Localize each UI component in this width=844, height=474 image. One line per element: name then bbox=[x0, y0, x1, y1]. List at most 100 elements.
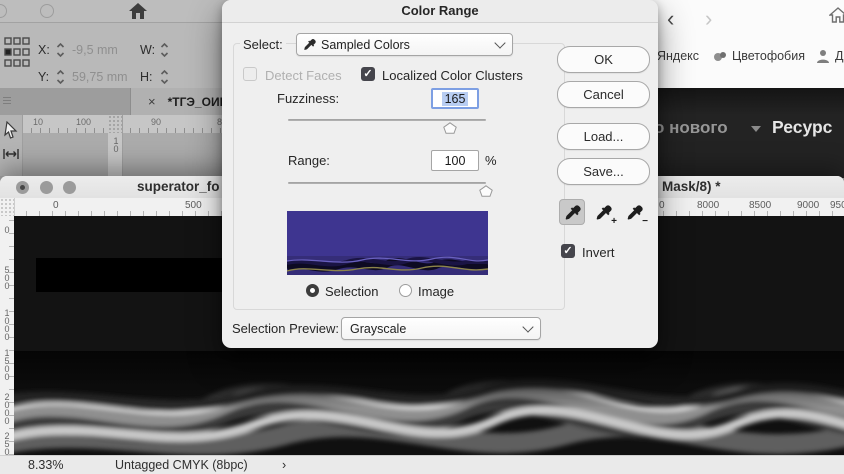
fuzziness-slider-thumb[interactable] bbox=[443, 122, 457, 134]
localized-clusters-label: Localized Color Clusters bbox=[382, 68, 523, 83]
dialog-title-bar[interactable]: Color Range bbox=[222, 0, 658, 23]
ruler-tick-label: 1500 bbox=[2, 348, 12, 380]
bookmark-favicon-icon bbox=[713, 50, 727, 62]
y-label: Y: bbox=[38, 70, 50, 84]
plus-icon: + bbox=[611, 216, 617, 227]
selection-preview-value: Grayscale bbox=[350, 321, 407, 336]
zoom-window-icon[interactable] bbox=[63, 181, 76, 194]
detect-faces-checkbox[interactable] bbox=[243, 67, 257, 81]
window-title-left: superator_fo bbox=[137, 179, 220, 194]
save-button[interactable]: Save... bbox=[557, 158, 650, 185]
forward-icon[interactable]: › bbox=[705, 8, 712, 30]
load-button[interactable]: Load... bbox=[557, 123, 650, 150]
home-icon[interactable] bbox=[128, 2, 148, 20]
window-control-icon[interactable] bbox=[0, 4, 7, 18]
eyedropper-subtract-button[interactable]: − bbox=[621, 199, 648, 227]
ok-button[interactable]: OK bbox=[557, 46, 650, 73]
nav-resources[interactable]: Ресурс bbox=[772, 117, 832, 138]
range-input[interactable]: 100 bbox=[431, 150, 479, 171]
h-stepper[interactable] bbox=[160, 69, 169, 85]
ruler-tick-label: 90 bbox=[151, 117, 162, 127]
percent-label: % bbox=[485, 153, 497, 168]
ruler-tick-label: 0 bbox=[53, 200, 59, 211]
close-tab-icon[interactable]: × bbox=[148, 94, 156, 109]
bookmark-tsvetofobia[interactable]: Цветофобия bbox=[732, 49, 805, 63]
ruler-tick-label: 2000 bbox=[2, 392, 12, 424]
back-icon[interactable]: ‹ bbox=[667, 8, 674, 30]
w-stepper[interactable] bbox=[160, 42, 169, 58]
chevron-down-icon bbox=[751, 126, 761, 132]
selection-preview-dropdown[interactable]: Grayscale bbox=[341, 317, 541, 340]
y-value-field[interactable]: 59,75 mm bbox=[72, 70, 128, 84]
minimize-window-icon[interactable] bbox=[40, 181, 53, 194]
ruler-tick-label: 8500 bbox=[749, 200, 772, 211]
ruler-tick-label: 500 bbox=[185, 200, 202, 211]
selection-radio-label: Selection bbox=[325, 284, 379, 299]
eyedropper-icon bbox=[303, 38, 316, 51]
ruler-tick-label: 1000 bbox=[2, 308, 12, 340]
range-slider-thumb[interactable] bbox=[479, 185, 493, 197]
select-label: Select: bbox=[240, 37, 286, 52]
x-value-field[interactable]: -9,5 mm bbox=[72, 43, 118, 57]
fuzziness-slider[interactable] bbox=[288, 119, 486, 121]
bookmark-yandex[interactable]: Яндекс bbox=[657, 49, 699, 63]
dialog-title: Color Range bbox=[401, 3, 479, 18]
ruler-tick-label: 10 bbox=[111, 136, 121, 152]
cancel-button-label: Cancel bbox=[583, 87, 624, 102]
background-doc-vruler: 10 bbox=[108, 133, 123, 176]
reference-point-grid-icon[interactable] bbox=[4, 37, 31, 68]
profile-person-icon[interactable] bbox=[815, 48, 831, 64]
selection-preview-thumbnail bbox=[287, 211, 488, 275]
eyedropper-sample-button[interactable] bbox=[559, 199, 585, 225]
browser-home-icon[interactable] bbox=[829, 7, 844, 23]
window-title-right: Mask/8) * bbox=[662, 179, 721, 194]
selection-radio[interactable] bbox=[306, 284, 319, 297]
status-chevron-icon[interactable]: › bbox=[282, 458, 286, 472]
ruler-tick-label: 500 bbox=[2, 265, 12, 289]
save-button-label: Save... bbox=[583, 164, 624, 179]
tool-strip bbox=[0, 115, 23, 176]
invert-checkbox[interactable] bbox=[561, 244, 575, 258]
ruler-corner bbox=[0, 198, 15, 216]
nav-whats-new[interactable]: о нового bbox=[654, 118, 728, 138]
x-stepper[interactable] bbox=[56, 42, 65, 58]
ruler-tick-label: 100 bbox=[76, 117, 92, 127]
website-nav-dark: о нового Ресурс bbox=[651, 88, 844, 178]
localized-clusters-checkbox[interactable] bbox=[361, 67, 375, 81]
eyedropper-add-button[interactable]: + bbox=[590, 199, 617, 227]
direct-selection-tool-icon[interactable] bbox=[4, 121, 18, 139]
x-label: X: bbox=[38, 43, 50, 57]
ruler-tick-label: 10 bbox=[33, 117, 44, 127]
status-bar: 8.33% Untagged CMYK (8bpc) › bbox=[0, 455, 844, 474]
ruler-corner bbox=[108, 115, 123, 133]
measure-tool-icon[interactable] bbox=[2, 148, 20, 160]
image-radio-label: Image bbox=[418, 284, 455, 299]
detect-faces-label: Detect Faces bbox=[265, 68, 342, 83]
panel-grip-icon bbox=[3, 97, 11, 106]
canvas-artwork-waves[interactable] bbox=[14, 351, 844, 455]
w-label: W: bbox=[140, 43, 156, 57]
select-value: Sampled Colors bbox=[321, 37, 410, 52]
selection-preview-label: Selection Preview: bbox=[232, 321, 339, 336]
document-profile: Untagged CMYK (8bpc) bbox=[115, 458, 248, 472]
ruler-tick-label: 0 bbox=[659, 200, 665, 211]
range-label: Range: bbox=[288, 153, 330, 168]
ok-button-label: OK bbox=[594, 52, 613, 67]
invert-label: Invert bbox=[582, 245, 615, 260]
select-dropdown[interactable]: Sampled Colors bbox=[296, 33, 513, 56]
profile-label[interactable]: Д bbox=[835, 49, 843, 63]
cancel-button[interactable]: Cancel bbox=[557, 81, 650, 108]
ruler-tick-label: 9500 bbox=[830, 200, 844, 211]
image-radio[interactable] bbox=[399, 284, 412, 297]
fuzziness-value: 165 bbox=[441, 91, 469, 106]
color-range-dialog: Color Range Select: Sampled Colors Detec… bbox=[222, 0, 658, 348]
vertical-ruler: 0 500 1000 1500 2000 2500 bbox=[0, 216, 15, 463]
close-window-icon[interactable] bbox=[16, 181, 29, 194]
range-slider[interactable] bbox=[288, 182, 486, 184]
window-control-icon[interactable] bbox=[40, 4, 54, 18]
fuzziness-input[interactable]: 165 bbox=[431, 88, 479, 109]
y-stepper[interactable] bbox=[56, 69, 65, 85]
ruler-tick-label: 9000 bbox=[797, 200, 820, 211]
zoom-level[interactable]: 8.33% bbox=[28, 458, 63, 472]
chevron-down-icon bbox=[522, 321, 534, 333]
